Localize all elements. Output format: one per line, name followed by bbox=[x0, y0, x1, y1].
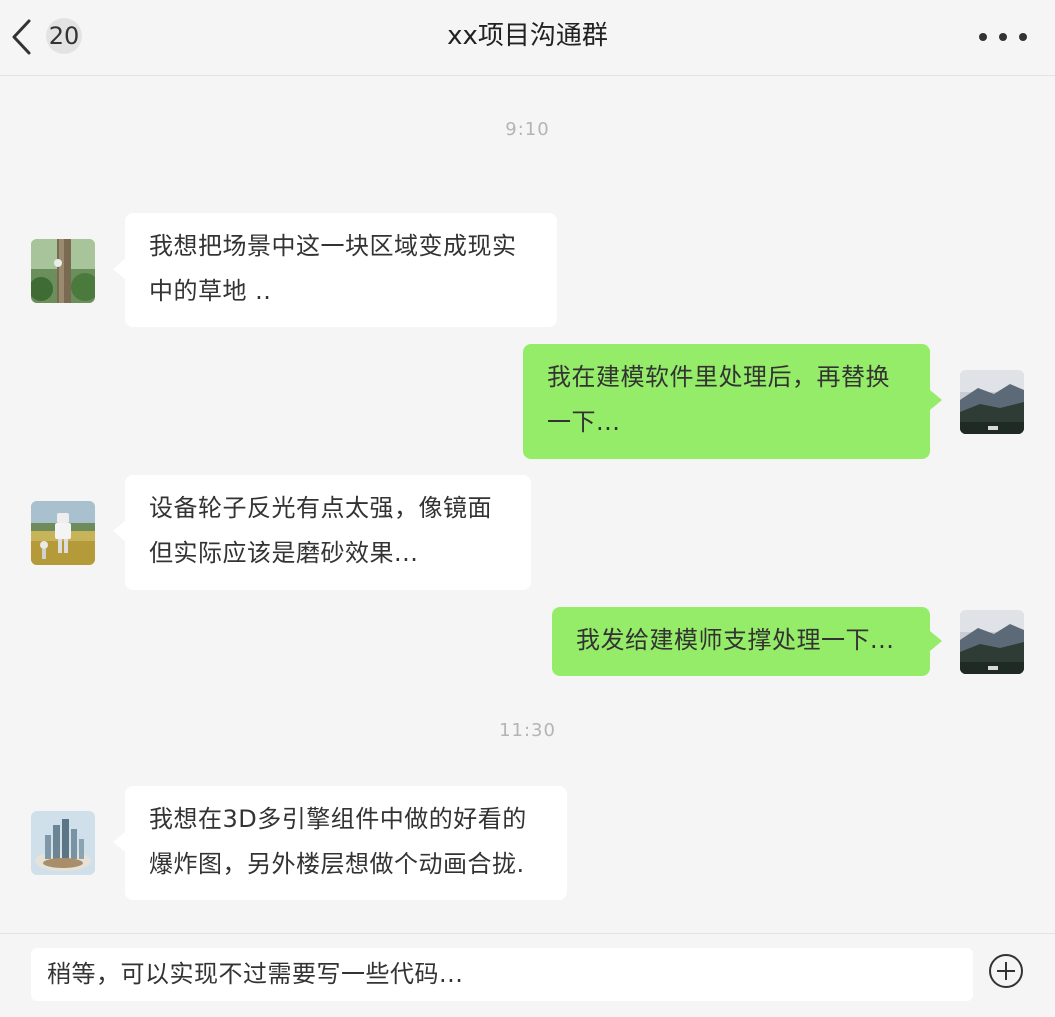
more-dot-icon bbox=[999, 33, 1007, 41]
message-line: 一下... bbox=[547, 408, 621, 436]
message-bubble[interactable]: 我想在3D多引擎组件中做的好看的 爆炸图，另外楼层想做个动画合拢. bbox=[113, 786, 567, 900]
robot-avatar[interactable] bbox=[31, 501, 95, 565]
message-line: 我想把场景中这一块区域变成现实 bbox=[149, 232, 517, 260]
more-dot-icon bbox=[979, 33, 987, 41]
message-line: 我发给建模师支撑处理一下... bbox=[576, 626, 895, 654]
message-line: 爆炸图，另外楼层想做个动画合拢. bbox=[149, 850, 525, 878]
mountain-avatar-icon bbox=[960, 610, 1024, 674]
message-line: 我想在3D多引擎组件中做的好看的 bbox=[149, 805, 527, 833]
more-options-button[interactable] bbox=[979, 28, 1027, 46]
mountain-avatar[interactable] bbox=[960, 370, 1024, 434]
message-bubble[interactable]: 设备轮子反光有点太强，像镜面 但实际应该是磨砂效果... bbox=[113, 475, 531, 590]
more-dot-icon bbox=[1019, 33, 1027, 41]
message-bubble[interactable]: 我想把场景中这一块区域变成现实 中的草地 .. bbox=[113, 213, 557, 327]
message-bubble[interactable]: 我发给建模师支撑处理一下... bbox=[552, 607, 942, 676]
forest-avatar[interactable] bbox=[31, 239, 95, 303]
message-input[interactable]: 稍等，可以实现不过需要写一些代码... bbox=[31, 948, 973, 1001]
city-avatar[interactable] bbox=[31, 811, 95, 875]
chat-title: xx项目沟通群 bbox=[447, 21, 608, 51]
forest-avatar-icon bbox=[31, 239, 95, 303]
chat-header: 20 xx项目沟通群 bbox=[0, 0, 1055, 76]
city-avatar-icon bbox=[31, 811, 95, 875]
message-bubble[interactable]: 我在建模软件里处理后，再替换 一下... bbox=[523, 344, 942, 459]
mountain-avatar-icon bbox=[960, 370, 1024, 434]
message-line: 中的草地 .. bbox=[149, 277, 272, 305]
message-line: 设备轮子反光有点太强，像镜面 bbox=[149, 494, 492, 522]
mountain-avatar[interactable] bbox=[960, 610, 1024, 674]
timestamp: 9:10 bbox=[505, 119, 550, 140]
add-button[interactable] bbox=[988, 953, 1024, 989]
message-line: 我在建模软件里处理后，再替换 bbox=[547, 363, 890, 391]
input-bar: 稍等，可以实现不过需要写一些代码... bbox=[0, 933, 1055, 1017]
robot-avatar-icon bbox=[31, 501, 95, 565]
message-line: 但实际应该是磨砂效果... bbox=[149, 539, 419, 567]
timestamp: 11:30 bbox=[499, 720, 556, 741]
plus-circle-icon bbox=[989, 954, 1023, 988]
